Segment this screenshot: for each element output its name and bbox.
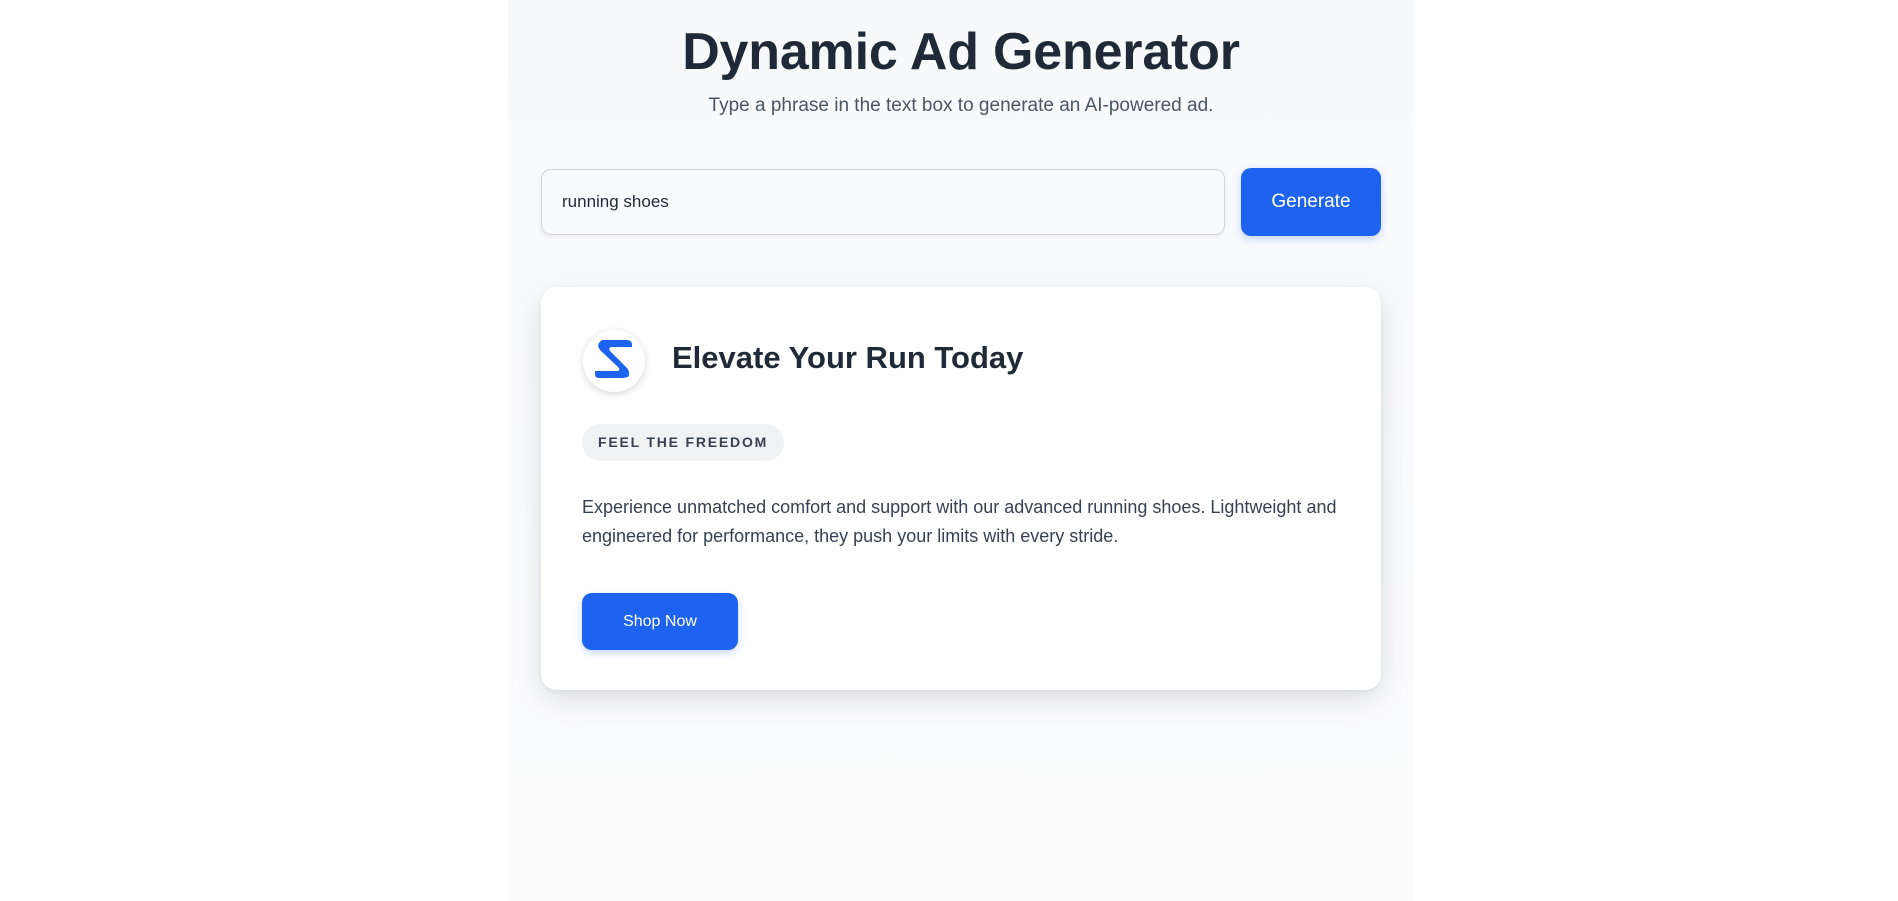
ad-card: Elevate Your Run Today FEEL THE FREEDOM … xyxy=(541,287,1381,690)
page-title: Dynamic Ad Generator xyxy=(682,23,1240,81)
ad-headline: Elevate Your Run Today xyxy=(672,340,1024,375)
brand-logo xyxy=(583,330,645,392)
brand-s-logo-icon xyxy=(593,336,635,387)
generate-button[interactable]: Generate xyxy=(1241,168,1381,236)
main-column: Dynamic Ad Generator Type a phrase in th… xyxy=(508,0,1414,901)
ad-tagline-badge: FEEL THE FREEDOM xyxy=(582,424,785,461)
shop-now-button[interactable]: Shop Now xyxy=(582,593,738,650)
phrase-input[interactable] xyxy=(541,169,1225,235)
page-subtitle: Type a phrase in the text box to generat… xyxy=(708,95,1214,116)
ad-body-text: Experience unmatched comfort and support… xyxy=(582,497,1337,546)
